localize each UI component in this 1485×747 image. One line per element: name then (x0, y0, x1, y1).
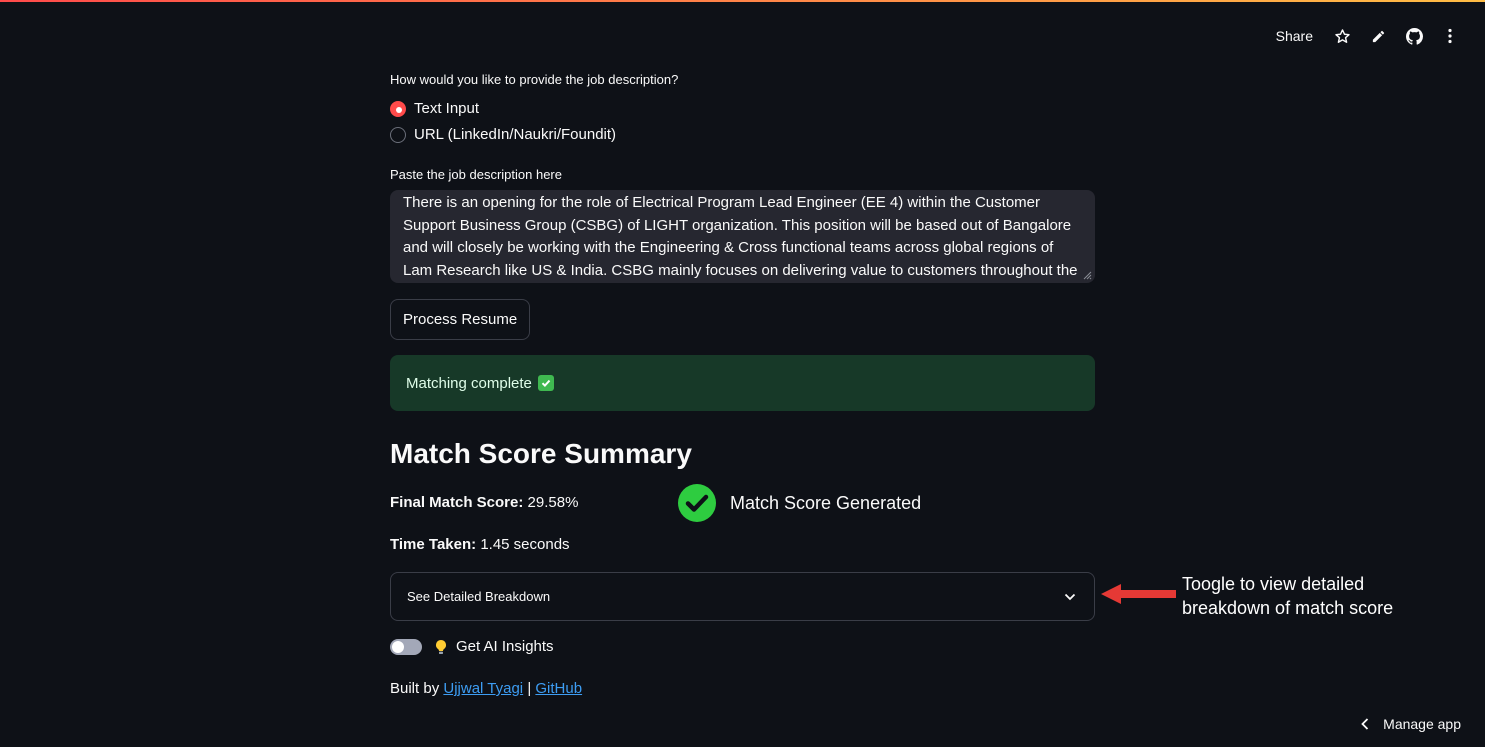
manage-app-label: Manage app (1383, 716, 1461, 732)
expander-label: See Detailed Breakdown (407, 589, 551, 604)
kebab-menu-icon[interactable] (1441, 27, 1459, 45)
radio-label: URL (LinkedIn/Naukri/Foundit) (414, 126, 617, 143)
lightbulb-icon (436, 639, 446, 654)
ai-insights-toggle[interactable] (390, 638, 422, 655)
score-generated-text: Match Score Generated (730, 492, 922, 513)
built-by-text: Built by (390, 680, 440, 697)
paste-label: Paste the job description here (390, 167, 562, 182)
time-taken-value: 1.45 seconds (480, 536, 570, 553)
job-description-text: There is an opening for the role of Elec… (403, 194, 1078, 279)
jd-source-question: How would you like to provide the job de… (390, 72, 679, 87)
radio-text-input[interactable]: Text Input (390, 100, 479, 117)
score-generated-indicator: Match Score Generated (678, 484, 921, 522)
arrow-left-icon (1101, 584, 1176, 604)
summary-heading: Match Score Summary (390, 438, 692, 469)
resize-handle-icon[interactable] (1082, 270, 1092, 280)
radio-url-input[interactable]: URL (LinkedIn/Naukri/Foundit) (390, 126, 616, 143)
radio-label: Text Input (414, 100, 480, 117)
footer-credit: Built by Ujjwal Tyagi | GitHub (390, 680, 582, 697)
github-icon[interactable] (1405, 27, 1423, 45)
time-taken: Time Taken: 1.45 seconds (390, 536, 570, 553)
separator: | (527, 680, 532, 697)
green-check-circle-icon (678, 484, 716, 522)
star-icon[interactable] (1333, 27, 1351, 45)
chevron-left-icon (1361, 718, 1369, 730)
chevron-down-icon (1064, 593, 1076, 600)
process-resume-button[interactable]: Process Resume (390, 299, 531, 340)
radio-selected-icon[interactable] (390, 100, 406, 117)
time-taken-label: Time Taken: (390, 536, 477, 553)
check-mark-icon (537, 375, 554, 391)
final-match-score: Final Match Score: 29.58% (390, 494, 578, 511)
annotation-text: Toogle to view detailed breakdown of mat… (1182, 574, 1394, 618)
job-description-textarea[interactable]: There is an opening for the role of Elec… (390, 190, 1095, 283)
pencil-icon[interactable] (1369, 27, 1387, 45)
manage-app-button[interactable]: Manage app (1361, 716, 1461, 732)
author-link[interactable]: Ujjwal Tyagi (443, 680, 523, 697)
github-link[interactable]: GitHub (535, 680, 582, 697)
success-alert: Matching complete (390, 355, 1095, 411)
app-toolbar: Share (1276, 22, 1459, 50)
success-message: Matching complete (406, 374, 532, 392)
radio-unselected-icon[interactable] (390, 126, 406, 143)
final-score-label: Final Match Score: (390, 494, 524, 511)
detailed-breakdown-expander[interactable]: See Detailed Breakdown (390, 572, 1095, 621)
top-gradient-stripe (0, 0, 1485, 2)
ai-insights-label: Get AI Insights (456, 638, 554, 655)
ai-insights-toggle-row: Get AI Insights (390, 638, 554, 655)
final-score-value: 29.58% (527, 494, 579, 511)
share-button[interactable]: Share (1276, 28, 1313, 44)
